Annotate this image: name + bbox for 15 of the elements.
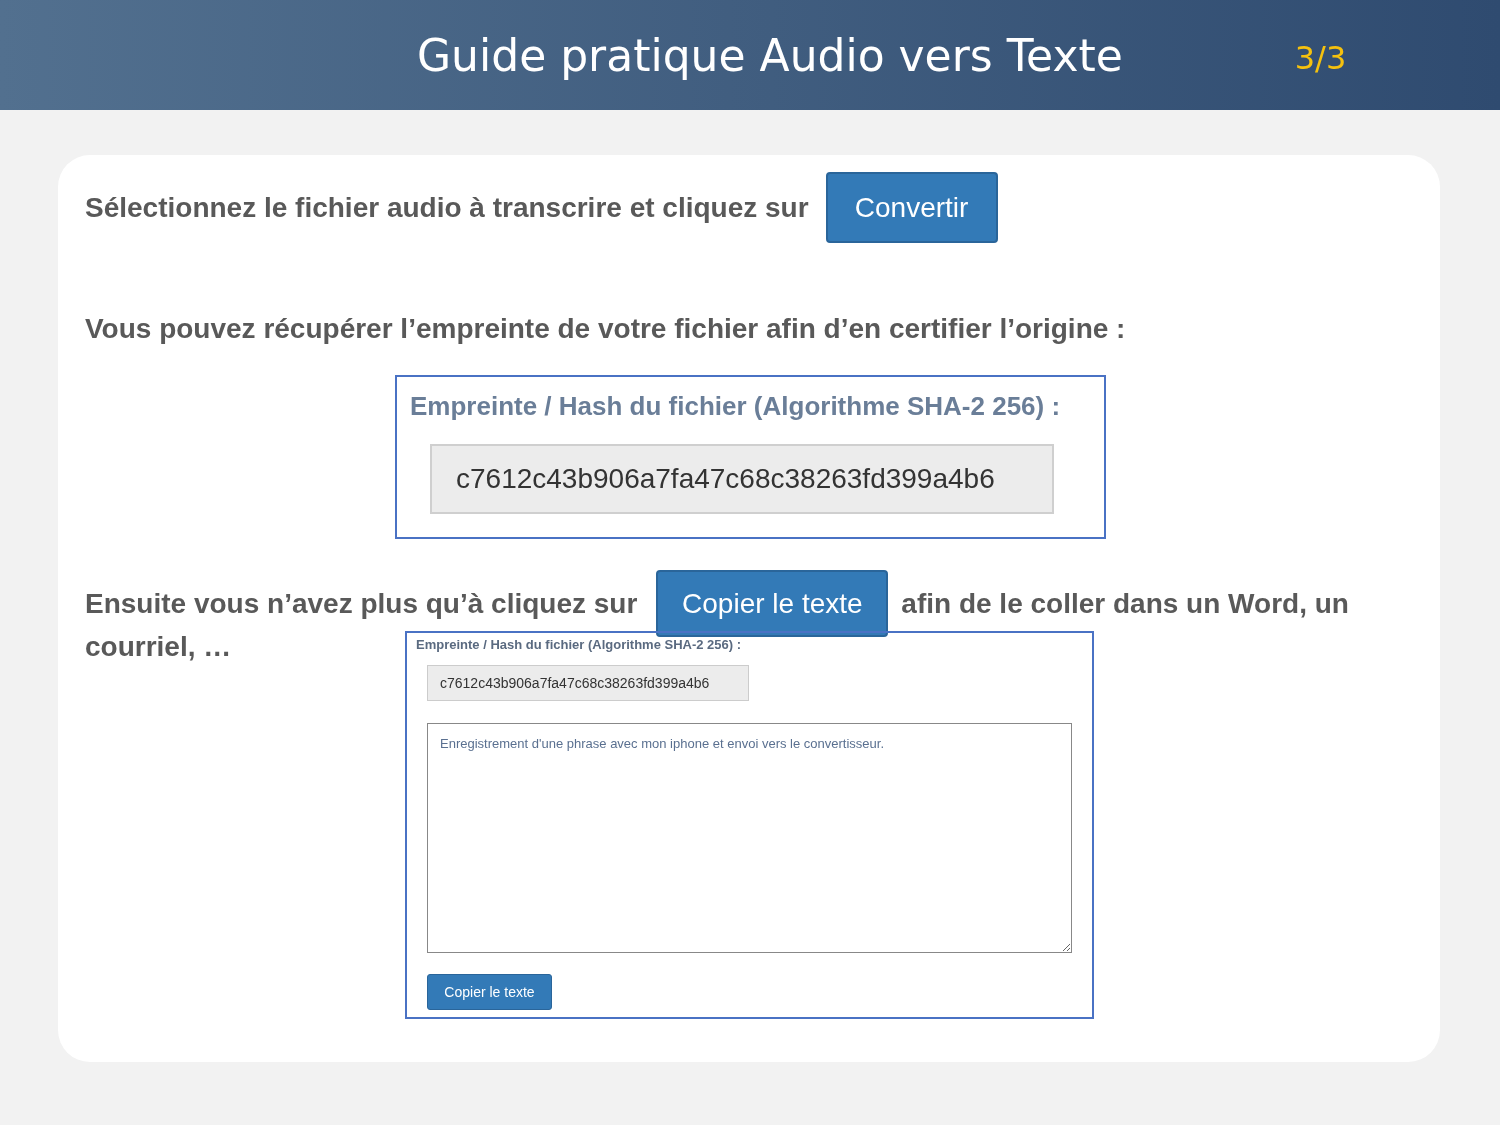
- hash-label: Empreinte / Hash du fichier (Algorithme SHA-2 256) :: [410, 391, 1062, 422]
- transcript-field[interactable]: Enregistrement d'une phrase avec mon iphone et envoi vers le convertisseur.: [427, 723, 1072, 953]
- instruction-text: Sélectionnez le fichier audio à transcrire et cliquez sur: [85, 191, 809, 224]
- hash-field[interactable]: c7612c43b906a7fa47c68c38263fd399a4b6: [427, 665, 749, 701]
- page-number: 3/3: [1294, 39, 1347, 77]
- convert-button[interactable]: Convertir: [825, 172, 998, 243]
- instruction-text: Vous pouvez récupérer l’empreinte de votre fichier afin d’en certifier l’origine :: [85, 313, 1126, 345]
- copy-button[interactable]: Copier le texte: [427, 974, 552, 1010]
- instruction-text: courriel, …: [85, 631, 233, 663]
- instruction-text: afin de le coller dans un Word, un: [901, 587, 1349, 620]
- hash-label: Empreinte / Hash du fichier (Algorithme SHA-2 256) :: [416, 637, 743, 652]
- instruction-text: Ensuite vous n’avez plus qu’à cliquez sur: [85, 587, 638, 620]
- copy-button[interactable]: Copier le texte: [656, 570, 889, 637]
- hash-field[interactable]: c7612c43b906a7fa47c68c38263fd399a4b6: [430, 444, 1054, 514]
- slide-title: Guide pratique Audio vers Texte: [417, 29, 1123, 81]
